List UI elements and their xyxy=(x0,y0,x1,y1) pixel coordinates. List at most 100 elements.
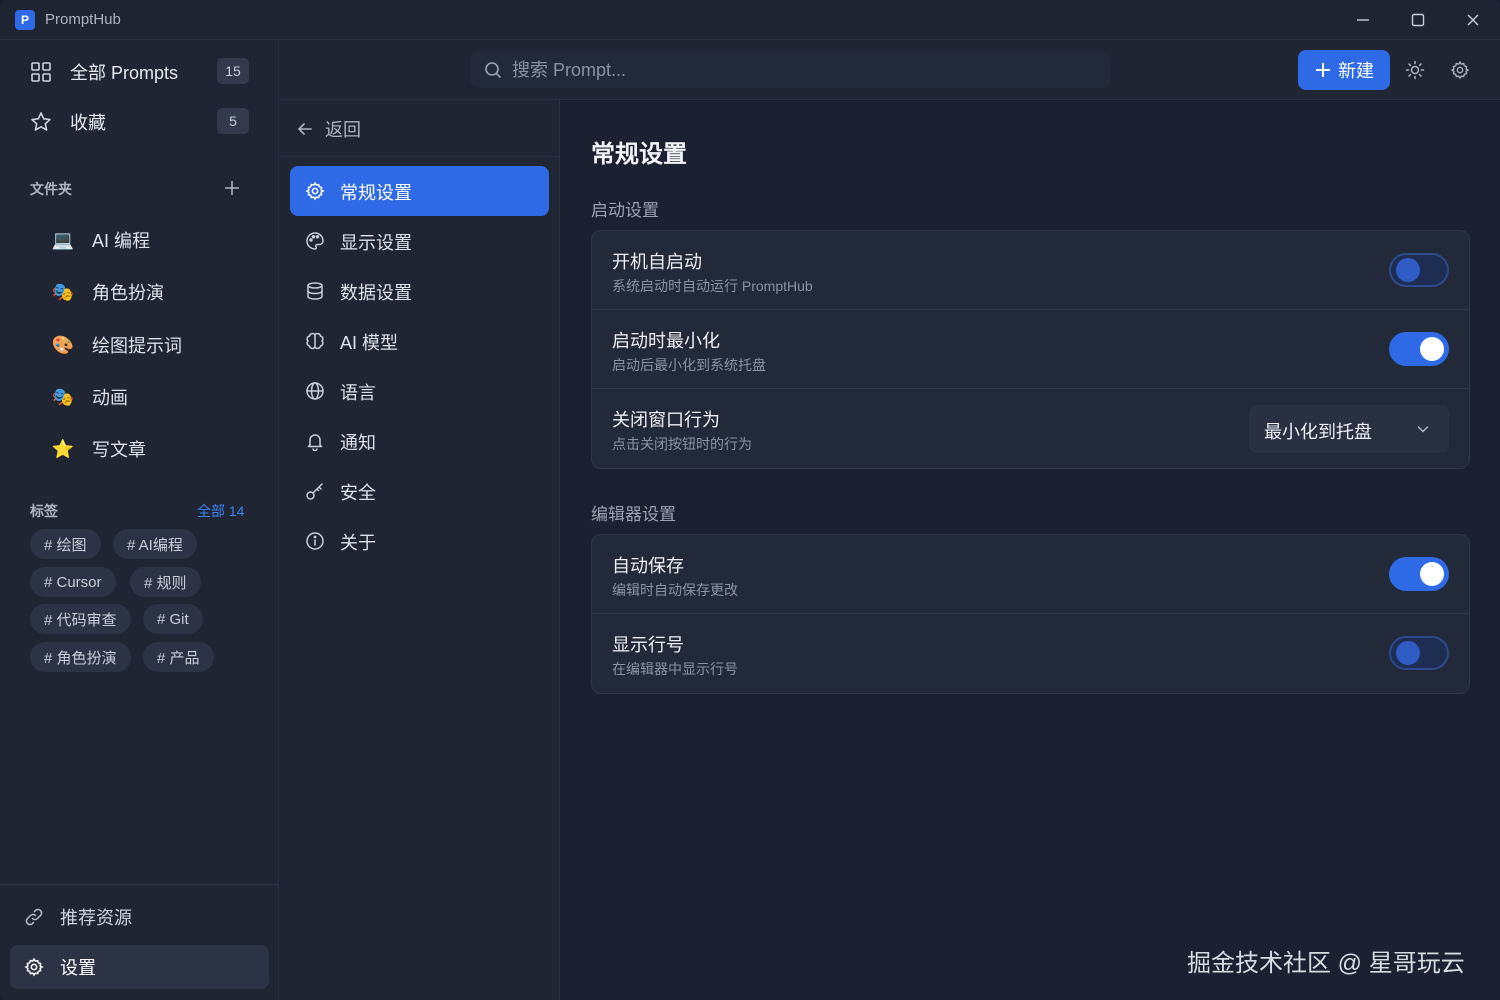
sidebar-item-label: 收藏 xyxy=(70,113,106,133)
minimize-button[interactable] xyxy=(1343,5,1383,35)
settings-content: 常规设置 启动设置 开机自启动 系统启动时自动运行 PromptHub 启动时最… xyxy=(561,100,1500,1000)
setting-row-auto-launch: 开机自启动 系统启动时自动运行 PromptHub xyxy=(592,231,1469,310)
divider xyxy=(280,156,560,157)
sidebar-item-all-prompts[interactable]: 全部 Prompts 15 xyxy=(10,50,269,94)
search-input[interactable] xyxy=(512,56,1092,84)
tags-all-link[interactable]: 全部 14 xyxy=(197,501,244,521)
editor-group-title: 编辑器设置 xyxy=(591,505,676,524)
toggle-knob xyxy=(1396,258,1420,282)
line-numbers-toggle[interactable] xyxy=(1389,636,1449,670)
settings-nav-ai-model[interactable]: AI 模型 xyxy=(290,316,549,366)
auto-save-toggle[interactable] xyxy=(1389,557,1449,591)
folder-item-writing[interactable]: ⭐ 写文章 xyxy=(50,431,260,467)
maximize-icon xyxy=(1411,13,1425,27)
folder-item-animation[interactable]: 🎭 动画 xyxy=(50,379,260,415)
settings-nav-about[interactable]: 关于 xyxy=(290,516,549,566)
settings-label: 设置 xyxy=(60,958,96,978)
folder-item-drawing-prompts[interactable]: 🎨 绘图提示词 xyxy=(50,327,260,363)
start-minimized-toggle[interactable] xyxy=(1389,332,1449,366)
editor-settings-card: 自动保存 编辑时自动保存更改 显示行号 在编辑器中显示行号 xyxy=(591,534,1470,694)
bell-icon xyxy=(307,434,323,451)
settings-link[interactable]: 设置 xyxy=(10,945,269,989)
palette-icon xyxy=(306,232,324,250)
plus-icon xyxy=(1316,63,1330,77)
setting-description: 编辑时自动保存更改 xyxy=(612,582,738,598)
tag-chip[interactable]: # Cursor xyxy=(30,567,116,597)
select-value: 最小化到托盘 xyxy=(1264,422,1372,442)
settings-nav-language[interactable]: 语言 xyxy=(290,366,549,416)
info-icon xyxy=(306,532,324,550)
search-icon xyxy=(485,62,502,79)
grid-icon xyxy=(31,62,51,82)
folder-label: 绘图提示词 xyxy=(92,336,182,356)
count-badge: 5 xyxy=(217,108,249,134)
tag-chip[interactable]: # 绘图 xyxy=(30,529,101,559)
star-icon: ⭐ xyxy=(51,438,75,459)
settings-nav-label: 语言 xyxy=(340,383,376,403)
setting-description: 启动后最小化到系统托盘 xyxy=(612,357,766,373)
tag-chip[interactable]: # 角色扮演 xyxy=(30,642,131,672)
recommended-resources-link[interactable]: 推荐资源 xyxy=(10,895,269,939)
close-icon xyxy=(1467,14,1479,26)
arrow-left-icon xyxy=(297,123,312,135)
laptop-icon: 💻 xyxy=(51,229,75,250)
folder-item-ai-coding[interactable]: 💻 AI 编程 xyxy=(50,222,260,258)
app-window: P PromptHub 全部 Prompts 15 收藏 5 文件夹 💻 AI … xyxy=(0,0,1500,1000)
setting-name: 关闭窗口行为 xyxy=(612,410,720,430)
tag-chip[interactable]: # 规则 xyxy=(130,567,201,597)
search-box[interactable] xyxy=(470,52,1110,88)
setting-description: 点击关闭按钮时的行为 xyxy=(612,436,752,452)
resources-label: 推荐资源 xyxy=(60,908,132,928)
close-window-button[interactable] xyxy=(1453,5,1493,35)
sidebar: 全部 Prompts 15 收藏 5 文件夹 💻 AI 编程 🎭 角色扮演 🎨 … xyxy=(0,40,279,1000)
globe-icon xyxy=(306,382,324,400)
settings-nav-label: 数据设置 xyxy=(340,283,412,303)
setting-name: 显示行号 xyxy=(612,635,684,655)
back-button[interactable]: 返回 xyxy=(296,116,361,142)
settings-nav: 返回 常规设置 显示设置 数据设置 AI 模型 语言 通知 安全 关于 xyxy=(280,100,560,1000)
add-folder-icon[interactable] xyxy=(222,178,242,198)
toggle-knob xyxy=(1396,641,1420,665)
settings-nav-general[interactable]: 常规设置 xyxy=(290,166,549,216)
settings-nav-security[interactable]: 安全 xyxy=(290,466,549,516)
startup-settings-card: 开机自启动 系统启动时自动运行 PromptHub 启动时最小化 启动后最小化到… xyxy=(591,230,1470,469)
settings-nav-notifications[interactable]: 通知 xyxy=(290,416,549,466)
tag-chip[interactable]: # Git xyxy=(143,604,203,634)
folder-label: 动画 xyxy=(92,388,128,408)
title-bar: P PromptHub xyxy=(0,0,1500,40)
setting-row-auto-save: 自动保存 编辑时自动保存更改 xyxy=(592,535,1469,614)
settings-nav-label: 显示设置 xyxy=(340,233,412,253)
gear-icon[interactable] xyxy=(1450,60,1470,80)
masks-icon: 🎭 xyxy=(51,281,75,302)
tag-chip[interactable]: # 代码审查 xyxy=(30,604,131,634)
settings-nav-data[interactable]: 数据设置 xyxy=(290,266,549,316)
close-behavior-select[interactable]: 最小化到托盘 xyxy=(1249,405,1449,453)
tag-chip[interactable]: # AI编程 xyxy=(113,529,197,559)
gear-icon xyxy=(305,181,325,201)
folder-item-roleplay[interactable]: 🎭 角色扮演 xyxy=(50,274,260,310)
new-button-label: 新建 xyxy=(1338,61,1374,81)
settings-nav-label: 常规设置 xyxy=(340,183,412,203)
folder-label: AI 编程 xyxy=(92,231,151,251)
settings-nav-label: 通知 xyxy=(340,433,376,453)
setting-row-line-numbers: 显示行号 在编辑器中显示行号 xyxy=(592,614,1469,693)
brain-icon xyxy=(306,332,324,350)
new-prompt-button[interactable]: 新建 xyxy=(1298,50,1390,90)
sun-icon[interactable] xyxy=(1405,60,1425,80)
folders-heading: 文件夹 xyxy=(30,181,72,197)
auto-launch-toggle[interactable] xyxy=(1389,253,1449,287)
star-outline-icon xyxy=(31,112,51,131)
setting-name: 启动时最小化 xyxy=(612,331,720,351)
settings-nav-display[interactable]: 显示设置 xyxy=(290,216,549,266)
setting-description: 系统启动时自动运行 PromptHub xyxy=(612,278,813,294)
setting-name: 自动保存 xyxy=(612,556,684,576)
sidebar-item-favorites[interactable]: 收藏 5 xyxy=(10,100,269,144)
setting-name: 开机自启动 xyxy=(612,252,702,272)
tag-chip[interactable]: # 产品 xyxy=(143,642,214,672)
setting-row-start-minimized: 启动时最小化 启动后最小化到系统托盘 xyxy=(592,310,1469,389)
top-bar: 新建 xyxy=(280,40,1500,100)
app-logo-icon: P xyxy=(15,10,35,30)
toggle-knob xyxy=(1420,562,1444,586)
maximize-button[interactable] xyxy=(1398,5,1438,35)
watermark-text: 掘金技术社区 @ 星哥玩云 xyxy=(1187,950,1465,977)
